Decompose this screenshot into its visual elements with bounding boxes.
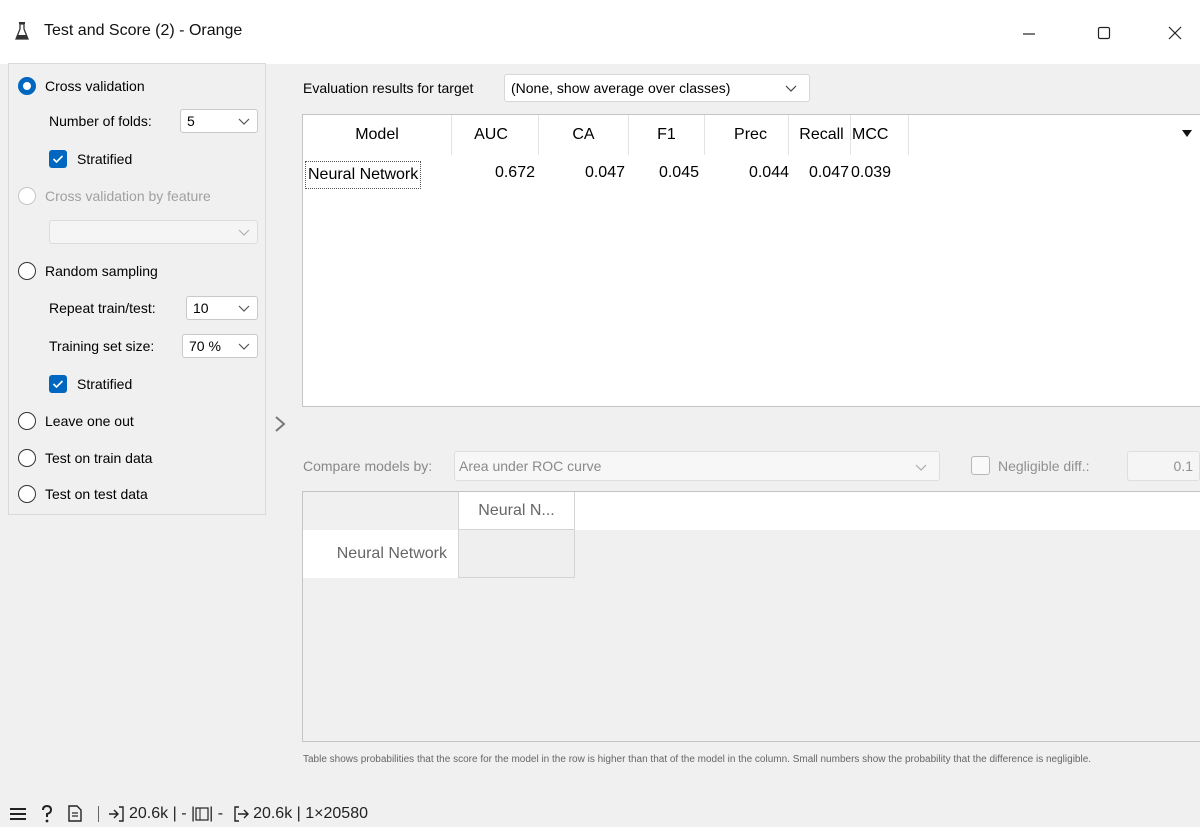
status-separator bbox=[98, 805, 99, 822]
number-of-folds-select[interactable]: 5 bbox=[180, 109, 258, 133]
output-summary: 20.6k | 1×20580 bbox=[253, 804, 368, 822]
comparison-row-header[interactable]: Neural Network bbox=[303, 530, 458, 578]
help-icon[interactable] bbox=[40, 804, 54, 823]
cross-validation-by-feature-label: Cross validation by feature bbox=[45, 188, 211, 204]
model-comparison-table: Neural N... Neural Network bbox=[302, 491, 1200, 742]
compare-models-select[interactable]: Area under ROC curve bbox=[454, 451, 940, 481]
status-bar: 20.6k | - | | - 20.6k | 1×20580 bbox=[0, 800, 1200, 827]
table-cell-mcc[interactable]: 0.039 bbox=[851, 161, 905, 185]
title-bar: Test and Score (2) - Orange bbox=[0, 0, 1200, 64]
test-on-test-label: Test on test data bbox=[45, 486, 148, 502]
column-header-prec[interactable]: Prec bbox=[705, 115, 789, 155]
column-header-ca[interactable]: CA bbox=[539, 115, 629, 155]
training-set-size-label: Training set size: bbox=[49, 338, 155, 354]
repeat-train-test-value: 10 bbox=[193, 300, 209, 316]
compare-models-label: Compare models by: bbox=[303, 458, 433, 474]
close-button[interactable] bbox=[1152, 18, 1198, 48]
input-summary-tail: | - bbox=[209, 804, 224, 822]
maximize-icon bbox=[1097, 26, 1111, 40]
column-header-f1[interactable]: F1 bbox=[629, 115, 705, 155]
cross-validation-option[interactable]: Cross validation bbox=[18, 76, 145, 96]
cv-stratified-label: Stratified bbox=[77, 151, 133, 167]
report-icon[interactable] bbox=[68, 805, 82, 822]
chevron-down-icon bbox=[238, 229, 250, 236]
target-class-value: (None, show average over classes) bbox=[511, 80, 731, 96]
test-on-test-radio[interactable] bbox=[18, 485, 36, 503]
table-cell-ca[interactable]: 0.047 bbox=[539, 161, 625, 185]
training-set-size-value: 70 % bbox=[189, 338, 221, 354]
input-summary: 20.6k | - | bbox=[129, 804, 196, 822]
random-sampling-radio[interactable] bbox=[18, 262, 36, 280]
input-icon bbox=[109, 805, 125, 822]
checkmark-icon bbox=[52, 155, 64, 164]
maximize-button[interactable] bbox=[1081, 18, 1127, 48]
table-cell-prec[interactable]: 0.044 bbox=[705, 161, 789, 185]
column-header-auc[interactable]: AUC bbox=[452, 115, 539, 155]
column-menu-icon[interactable] bbox=[1181, 129, 1193, 138]
output-icon bbox=[233, 805, 250, 822]
chevron-down-icon bbox=[785, 85, 797, 92]
leave-one-out-label: Leave one out bbox=[45, 413, 134, 429]
feature-select[interactable] bbox=[49, 220, 258, 244]
test-on-train-radio[interactable] bbox=[18, 449, 36, 467]
rs-stratified-option[interactable]: Stratified bbox=[49, 374, 132, 394]
menu-icon[interactable] bbox=[10, 807, 26, 821]
evaluation-results-table[interactable]: Model AUC CA F1 Prec Recall MCC Neural N… bbox=[302, 114, 1200, 407]
cross-validation-by-feature-option[interactable]: Cross validation by feature bbox=[18, 186, 211, 206]
cross-validation-by-feature-radio[interactable] bbox=[18, 187, 36, 205]
checkmark-icon bbox=[52, 380, 64, 389]
training-set-size-select[interactable]: 70 % bbox=[182, 334, 258, 358]
table-row-model-cell[interactable]: Neural Network bbox=[305, 161, 422, 189]
chevron-down-icon bbox=[238, 343, 250, 350]
negligible-diff-checkbox[interactable] bbox=[971, 456, 990, 475]
leave-one-out-option[interactable]: Leave one out bbox=[18, 411, 134, 431]
target-class-select[interactable]: (None, show average over classes) bbox=[504, 74, 810, 102]
cross-validation-label: Cross validation bbox=[45, 78, 145, 94]
data-table-icon bbox=[195, 806, 209, 821]
negligible-diff-label: Negligible diff.: bbox=[998, 458, 1090, 474]
column-header-recall[interactable]: Recall bbox=[789, 115, 851, 155]
compare-models-value: Area under ROC curve bbox=[459, 458, 602, 474]
number-of-folds-value: 5 bbox=[187, 113, 195, 129]
table-cell-f1[interactable]: 0.045 bbox=[629, 161, 699, 185]
window-title: Test and Score (2) - Orange bbox=[44, 22, 243, 39]
cv-stratified-checkbox[interactable] bbox=[49, 150, 67, 168]
table-cell-auc[interactable]: 0.672 bbox=[452, 161, 535, 185]
test-on-train-label: Test on train data bbox=[45, 450, 153, 466]
chevron-down-icon bbox=[915, 464, 927, 471]
comparison-column-header[interactable]: Neural N... bbox=[458, 492, 575, 530]
close-icon bbox=[1168, 26, 1182, 40]
test-on-test-option[interactable]: Test on test data bbox=[18, 484, 148, 504]
cv-stratified-option[interactable]: Stratified bbox=[49, 149, 132, 169]
chevron-down-icon bbox=[238, 118, 250, 125]
test-on-train-option[interactable]: Test on train data bbox=[18, 448, 152, 468]
random-sampling-option[interactable]: Random sampling bbox=[18, 261, 158, 281]
collapse-panel-arrow-icon[interactable] bbox=[272, 415, 288, 433]
comparison-footnote: Table shows probabilities that the score… bbox=[303, 754, 1092, 765]
header-strip bbox=[575, 492, 1200, 530]
chevron-down-icon bbox=[238, 305, 250, 312]
minimize-icon bbox=[1023, 33, 1035, 35]
comparison-cell[interactable] bbox=[458, 530, 575, 578]
rs-stratified-label: Stratified bbox=[77, 376, 133, 392]
table-cell-recall[interactable]: 0.047 bbox=[789, 161, 849, 185]
leave-one-out-radio[interactable] bbox=[18, 412, 36, 430]
column-header-mcc[interactable]: MCC bbox=[851, 115, 909, 155]
evaluation-target-label: Evaluation results for target bbox=[303, 80, 474, 96]
random-sampling-label: Random sampling bbox=[45, 263, 158, 279]
column-header-model[interactable]: Model bbox=[303, 115, 452, 155]
rs-stratified-checkbox[interactable] bbox=[49, 375, 67, 393]
repeat-train-test-label: Repeat train/test: bbox=[49, 300, 156, 316]
negligible-diff-input[interactable]: 0.1 bbox=[1127, 451, 1200, 481]
repeat-train-test-select[interactable]: 10 bbox=[186, 296, 258, 320]
cross-validation-radio[interactable] bbox=[18, 77, 36, 95]
orange-app-icon bbox=[15, 22, 29, 40]
number-of-folds-label: Number of folds: bbox=[49, 113, 152, 129]
minimize-button[interactable] bbox=[1006, 18, 1052, 48]
